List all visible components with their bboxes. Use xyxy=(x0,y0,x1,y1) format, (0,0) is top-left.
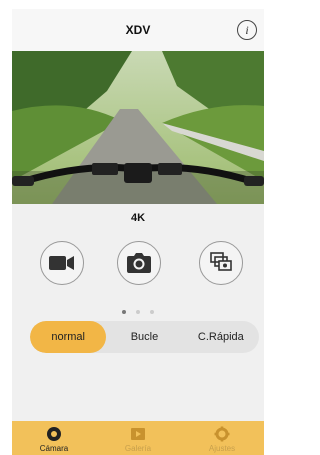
live-preview[interactable] xyxy=(12,51,264,204)
segment-c-rapida[interactable]: C.Rápida xyxy=(183,321,259,353)
camera-tab-icon xyxy=(47,427,61,441)
pager-dot[interactable] xyxy=(150,310,155,314)
burst-mode-button[interactable] xyxy=(199,241,243,285)
pager-dot[interactable] xyxy=(121,310,126,314)
segment-normal[interactable]: normal xyxy=(30,321,107,353)
info-button[interactable]: i xyxy=(237,20,257,40)
video-camera-icon xyxy=(49,256,74,270)
segment-bucle[interactable]: Bucle xyxy=(106,321,182,353)
tab-ajustes[interactable]: Ajustes xyxy=(180,421,264,455)
burst-photo-icon xyxy=(210,252,232,271)
tab-label: Galería xyxy=(124,444,152,453)
phone-screen: XDV i 4K normal Bucle C.Rápida Cámara Ga… xyxy=(12,9,264,455)
pager-dot[interactable] xyxy=(136,310,140,314)
settings-gear-icon xyxy=(214,426,230,442)
live-preview-image xyxy=(12,51,264,204)
recording-mode-selector: normal Bucle C.Rápida xyxy=(30,321,259,353)
video-mode-button[interactable] xyxy=(40,241,84,285)
mode-pager xyxy=(12,301,264,319)
tab-camara[interactable]: Cámara xyxy=(12,421,96,455)
tab-label: Cámara xyxy=(39,444,69,453)
resolution-label: 4K xyxy=(130,212,146,224)
app-header: XDV i xyxy=(12,9,264,51)
gallery-tab-icon xyxy=(131,428,145,440)
tab-galeria[interactable]: Galería xyxy=(96,421,180,455)
app-title: XDV xyxy=(125,23,151,37)
tab-label: Ajustes xyxy=(208,444,236,453)
photo-camera-icon xyxy=(127,253,151,273)
bottom-tab-bar: Cámara Galería Ajustes xyxy=(12,421,264,455)
photo-mode-button[interactable] xyxy=(117,241,161,285)
